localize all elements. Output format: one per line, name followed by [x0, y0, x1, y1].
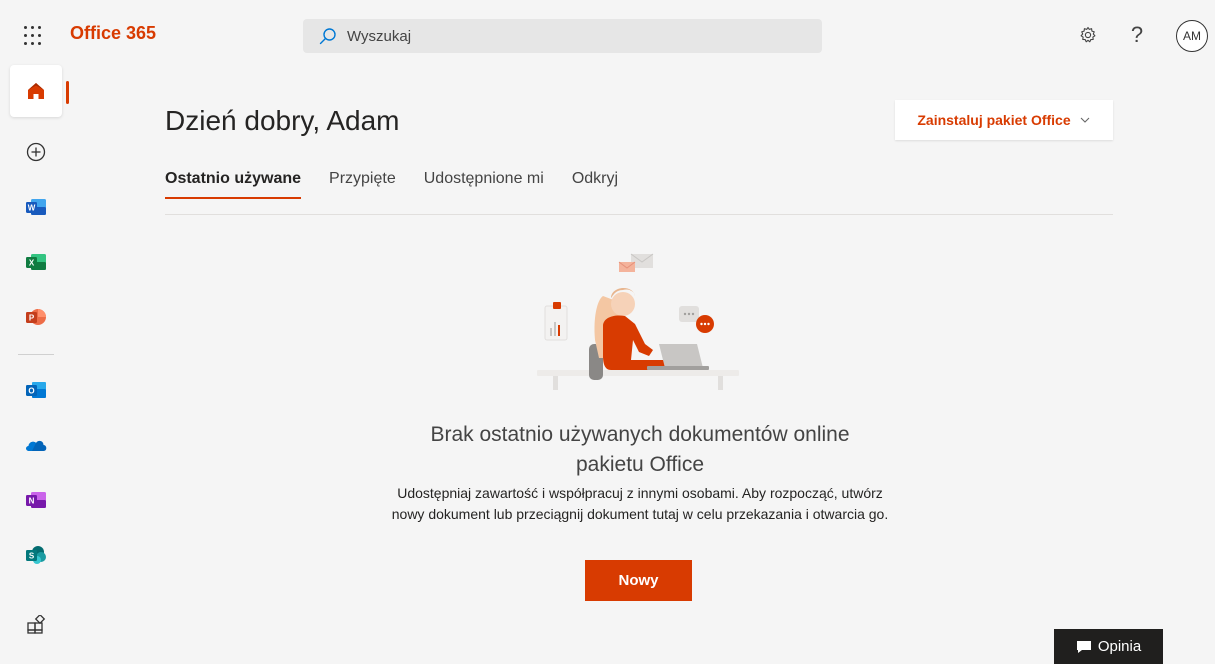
onenote-icon: N: [26, 492, 46, 508]
svg-text:W: W: [28, 204, 36, 213]
chat-icon: [1076, 640, 1091, 653]
feedback-label: Opinia: [1097, 638, 1142, 655]
empty-state-description: Udostępniaj zawartość i współpracuj z in…: [391, 485, 889, 522]
app-rail: W X P O N S: [0, 65, 70, 664]
feedback-button[interactable]: Opinia: [1054, 629, 1163, 664]
tab-shared[interactable]: Udostępnione mi: [424, 170, 544, 200]
rail-item-onedrive[interactable]: [10, 419, 62, 471]
onedrive-icon: [26, 440, 47, 451]
install-office-label: Zainstaluj pakiet Office: [917, 112, 1071, 128]
rail-item-home[interactable]: [10, 65, 62, 117]
svg-text:X: X: [29, 259, 35, 268]
empty-state-illustration: [537, 253, 739, 390]
search-input[interactable]: [347, 27, 807, 45]
rail-divider: [18, 354, 54, 355]
empty-state-title: Brak ostatnio używanych dokumentów onlin…: [430, 423, 850, 476]
settings-gear-icon[interactable]: [1075, 22, 1101, 48]
chevron-down-icon: [1080, 117, 1090, 123]
avatar[interactable]: AM: [1176, 20, 1208, 52]
svg-text:N: N: [29, 497, 35, 506]
sharepoint-icon: S: [26, 546, 46, 564]
install-office-button[interactable]: Zainstaluj pakiet Office: [895, 100, 1113, 140]
word-icon: W: [26, 199, 46, 215]
home-icon: [28, 83, 44, 99]
rail-item-word[interactable]: W: [10, 181, 62, 233]
tab-recent[interactable]: Ostatnio używane: [165, 170, 302, 200]
powerpoint-icon: P: [26, 309, 46, 325]
rail-item-outlook[interactable]: O: [10, 364, 62, 416]
rail-item-excel[interactable]: X: [10, 236, 62, 288]
search-icon: [319, 28, 336, 45]
top-bar: Office 365 ? AM: [0, 0, 1215, 65]
create-icon: [26, 142, 46, 162]
rail-item-create[interactable]: [10, 126, 62, 178]
app-launcher-icon[interactable]: [24, 26, 44, 46]
rail-item-all-apps[interactable]: [10, 599, 62, 651]
page-title: Dzień dobry, Adam: [165, 105, 400, 136]
all-apps-icon: [27, 615, 46, 634]
active-indicator: [66, 81, 69, 104]
search-box[interactable]: [303, 19, 822, 53]
svg-text:S: S: [29, 552, 35, 561]
tabs-divider: [165, 214, 1113, 215]
excel-icon: X: [26, 254, 46, 270]
brand-link[interactable]: Office 365: [70, 23, 156, 44]
outlook-icon: O: [26, 382, 46, 398]
tab-discover[interactable]: Odkryj: [572, 170, 618, 200]
rail-item-onenote[interactable]: N: [10, 474, 62, 526]
tab-list: Ostatnio używane Przypięte Udostępnione …: [165, 170, 646, 200]
rail-item-powerpoint[interactable]: P: [10, 291, 62, 343]
svg-text:O: O: [28, 387, 34, 396]
help-icon[interactable]: ?: [1124, 22, 1150, 48]
rail-item-sharepoint[interactable]: S: [10, 529, 62, 581]
new-document-button[interactable]: Nowy: [585, 560, 692, 601]
tab-pinned[interactable]: Przypięte: [329, 170, 396, 200]
svg-text:P: P: [29, 314, 35, 323]
